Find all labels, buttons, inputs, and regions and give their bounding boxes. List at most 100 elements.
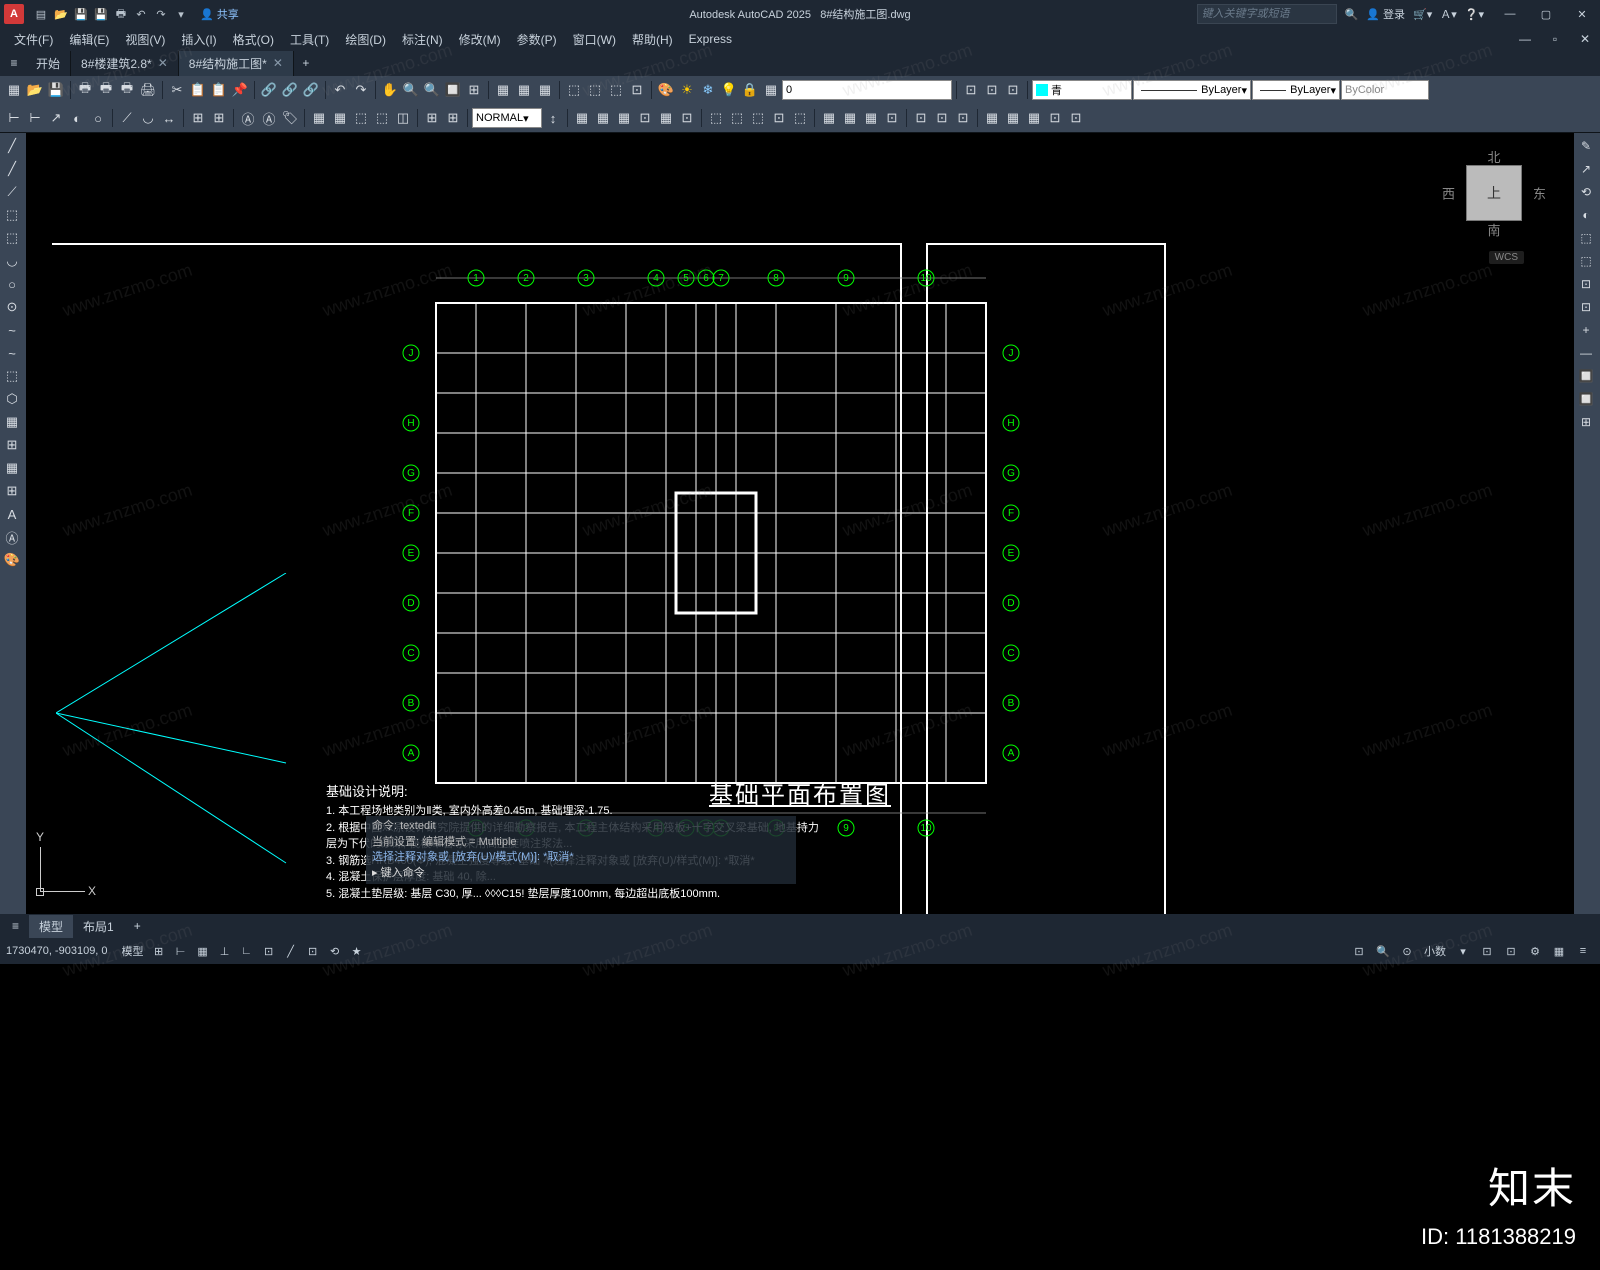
ico[interactable]: ▦ bbox=[1024, 108, 1044, 128]
menu-file[interactable]: 文件(F) bbox=[6, 29, 61, 50]
zoom-prev-icon[interactable]: 🔲 bbox=[443, 80, 463, 100]
line-icon[interactable]: ╱ bbox=[0, 135, 24, 157]
cut-icon[interactable]: ✂ bbox=[167, 80, 187, 100]
new-layout-button[interactable]: + bbox=[124, 916, 151, 936]
text-style-dropdown[interactable]: NORMAL ▾ bbox=[472, 108, 542, 128]
ico[interactable]: ⊡ bbox=[677, 108, 697, 128]
zoom-win-icon[interactable]: 🔍 bbox=[422, 80, 442, 100]
qat-undo-icon[interactable]: ↶ bbox=[132, 5, 150, 23]
ico[interactable]: ↕ bbox=[543, 108, 563, 128]
layer-iso-icon[interactable]: ⊡ bbox=[982, 80, 1002, 100]
image-icon[interactable]: ⬚ bbox=[585, 80, 605, 100]
menu-express[interactable]: Express bbox=[681, 30, 740, 48]
ico[interactable]: ⊡ bbox=[911, 108, 931, 128]
drawing-canvas[interactable]: 1122334455667788991010AABBCCDDEEFFGGHHJJ… bbox=[26, 133, 1574, 914]
publish-icon[interactable]: 🖶 bbox=[117, 80, 137, 100]
snap-icon[interactable]: ⊢ bbox=[170, 941, 192, 961]
menu-format[interactable]: 格式(O) bbox=[225, 29, 282, 50]
layer-tool-icon[interactable]: ⊡ bbox=[961, 80, 981, 100]
viewcube-top[interactable]: 上 bbox=[1466, 165, 1522, 221]
help-icon[interactable]: ❔▾ bbox=[1465, 8, 1484, 21]
plot-icon[interactable]: 🖶 bbox=[75, 80, 95, 100]
paste-icon[interactable]: 📋 bbox=[209, 80, 229, 100]
3dosnap-icon[interactable]: ⊡ bbox=[258, 941, 280, 961]
viewcube-south[interactable]: 南 bbox=[1487, 220, 1500, 239]
region-icon[interactable]: ▦ bbox=[0, 457, 24, 479]
otrack-icon[interactable]: ╱ bbox=[280, 941, 302, 961]
qat-grid-icon[interactable]: ▤ bbox=[32, 5, 50, 23]
doc-close-icon[interactable]: ✕ bbox=[1570, 30, 1600, 48]
close-icon[interactable]: ✕ bbox=[273, 56, 283, 70]
dim-aligned-icon[interactable]: ⊢ bbox=[25, 108, 45, 128]
dim-continue-icon[interactable]: ⊞ bbox=[209, 108, 229, 128]
layer-dropdown[interactable]: 0 bbox=[782, 80, 952, 100]
pline-icon[interactable]: ⟋ bbox=[0, 181, 24, 203]
ico[interactable]: ⊡ bbox=[953, 108, 973, 128]
viewcube-east[interactable]: 东 bbox=[1533, 184, 1546, 203]
tolerance-icon[interactable]: Ⓐ bbox=[259, 108, 279, 128]
ico[interactable]: ▦ bbox=[819, 108, 839, 128]
ico[interactable]: ▦ bbox=[614, 108, 634, 128]
undo-icon[interactable]: ↶ bbox=[330, 80, 350, 100]
new-icon[interactable]: ▦ bbox=[4, 80, 24, 100]
tabs-menu-icon[interactable]: ≡ bbox=[2, 56, 26, 70]
xref-icon[interactable]: ⬚ bbox=[564, 80, 584, 100]
table-icon[interactable]: ⊡ bbox=[627, 80, 647, 100]
customize-icon[interactable]: ≡ bbox=[1572, 941, 1594, 961]
tabs-menu-icon[interactable]: ≡ bbox=[2, 916, 29, 936]
menu-help[interactable]: 帮助(H) bbox=[624, 29, 681, 50]
view-cube[interactable]: 北 南 东 西 上 bbox=[1444, 143, 1544, 243]
open-icon[interactable]: 📂 bbox=[25, 80, 45, 100]
menu-view[interactable]: 视图(V) bbox=[117, 29, 173, 50]
hatch-icon[interactable]: ▦ bbox=[0, 411, 24, 433]
close-icon[interactable]: ✕ bbox=[158, 56, 168, 70]
menu-parametric[interactable]: 参数(P) bbox=[509, 29, 565, 50]
status-ico[interactable]: ⊡ bbox=[1476, 941, 1498, 961]
tool-palette-icon[interactable]: ▦ bbox=[535, 80, 555, 100]
menu-modify[interactable]: 修改(M) bbox=[451, 29, 509, 50]
apps-icon[interactable]: Ａ▾ bbox=[1440, 6, 1457, 22]
block-insert-icon[interactable]: 🔗 bbox=[280, 80, 300, 100]
rect-icon[interactable]: ⬚ bbox=[0, 227, 24, 249]
ico[interactable]: ⊞ bbox=[443, 108, 463, 128]
circle-icon[interactable]: ○ bbox=[0, 273, 24, 295]
render-icon[interactable]: 🎨 bbox=[656, 80, 676, 100]
layer-prev-icon[interactable]: ⊡ bbox=[1003, 80, 1023, 100]
pan-icon[interactable]: ✋ bbox=[380, 80, 400, 100]
new-tab-button[interactable]: + bbox=[294, 56, 318, 70]
spline-icon[interactable]: ~ bbox=[0, 319, 24, 341]
viewcube-north[interactable]: 北 bbox=[1487, 147, 1500, 166]
paint-icon[interactable]: 🎨 bbox=[0, 549, 24, 571]
menu-tools[interactable]: 工具(T) bbox=[282, 29, 337, 50]
dim-linear-icon[interactable]: ⊢ bbox=[4, 108, 24, 128]
freeze-icon[interactable]: ❄ bbox=[698, 80, 718, 100]
menu-dimension[interactable]: 标注(N) bbox=[394, 29, 451, 50]
dim-update-icon[interactable]: ⬚ bbox=[351, 108, 371, 128]
ico[interactable]: ▦ bbox=[982, 108, 1002, 128]
gradient-icon[interactable]: ⊞ bbox=[0, 434, 24, 456]
ellipse-icon[interactable]: ~ bbox=[0, 342, 24, 364]
zoom-rt-icon[interactable]: 🔍 bbox=[401, 80, 421, 100]
qat-dropdown-icon[interactable]: ▾ bbox=[172, 5, 190, 23]
ico[interactable]: ⊡ bbox=[1066, 108, 1086, 128]
ico[interactable]: ▦ bbox=[656, 108, 676, 128]
status-ico[interactable]: ⊙ bbox=[1396, 941, 1418, 961]
doc-minimize-icon[interactable]: — bbox=[1510, 30, 1540, 48]
lineweight-dropdown[interactable]: ByLayer ▾ bbox=[1252, 80, 1340, 100]
leader-icon[interactable]: Ⓐ bbox=[238, 108, 258, 128]
qat-redo-icon[interactable]: ↷ bbox=[152, 5, 170, 23]
field-icon[interactable]: ⬚ bbox=[606, 80, 626, 100]
tab-start[interactable]: 开始 bbox=[26, 51, 71, 76]
block-edit-icon[interactable]: 🔗 bbox=[301, 80, 321, 100]
wcs-label[interactable]: WCS bbox=[1489, 251, 1524, 264]
ico[interactable]: ▦ bbox=[840, 108, 860, 128]
dim-override-icon[interactable]: ⬚ bbox=[372, 108, 392, 128]
plotstyle-dropdown[interactable]: ByColor bbox=[1341, 80, 1429, 100]
lwt-icon[interactable]: ⟲ bbox=[324, 941, 346, 961]
match-icon[interactable]: 📌 bbox=[230, 80, 250, 100]
ico[interactable]: ▦ bbox=[572, 108, 592, 128]
qat-open-icon[interactable]: 📂 bbox=[52, 5, 70, 23]
donut-icon[interactable]: ⊙ bbox=[0, 296, 24, 318]
arc-icon[interactable]: ◡ bbox=[0, 250, 24, 272]
menu-draw[interactable]: 绘图(D) bbox=[337, 29, 394, 50]
